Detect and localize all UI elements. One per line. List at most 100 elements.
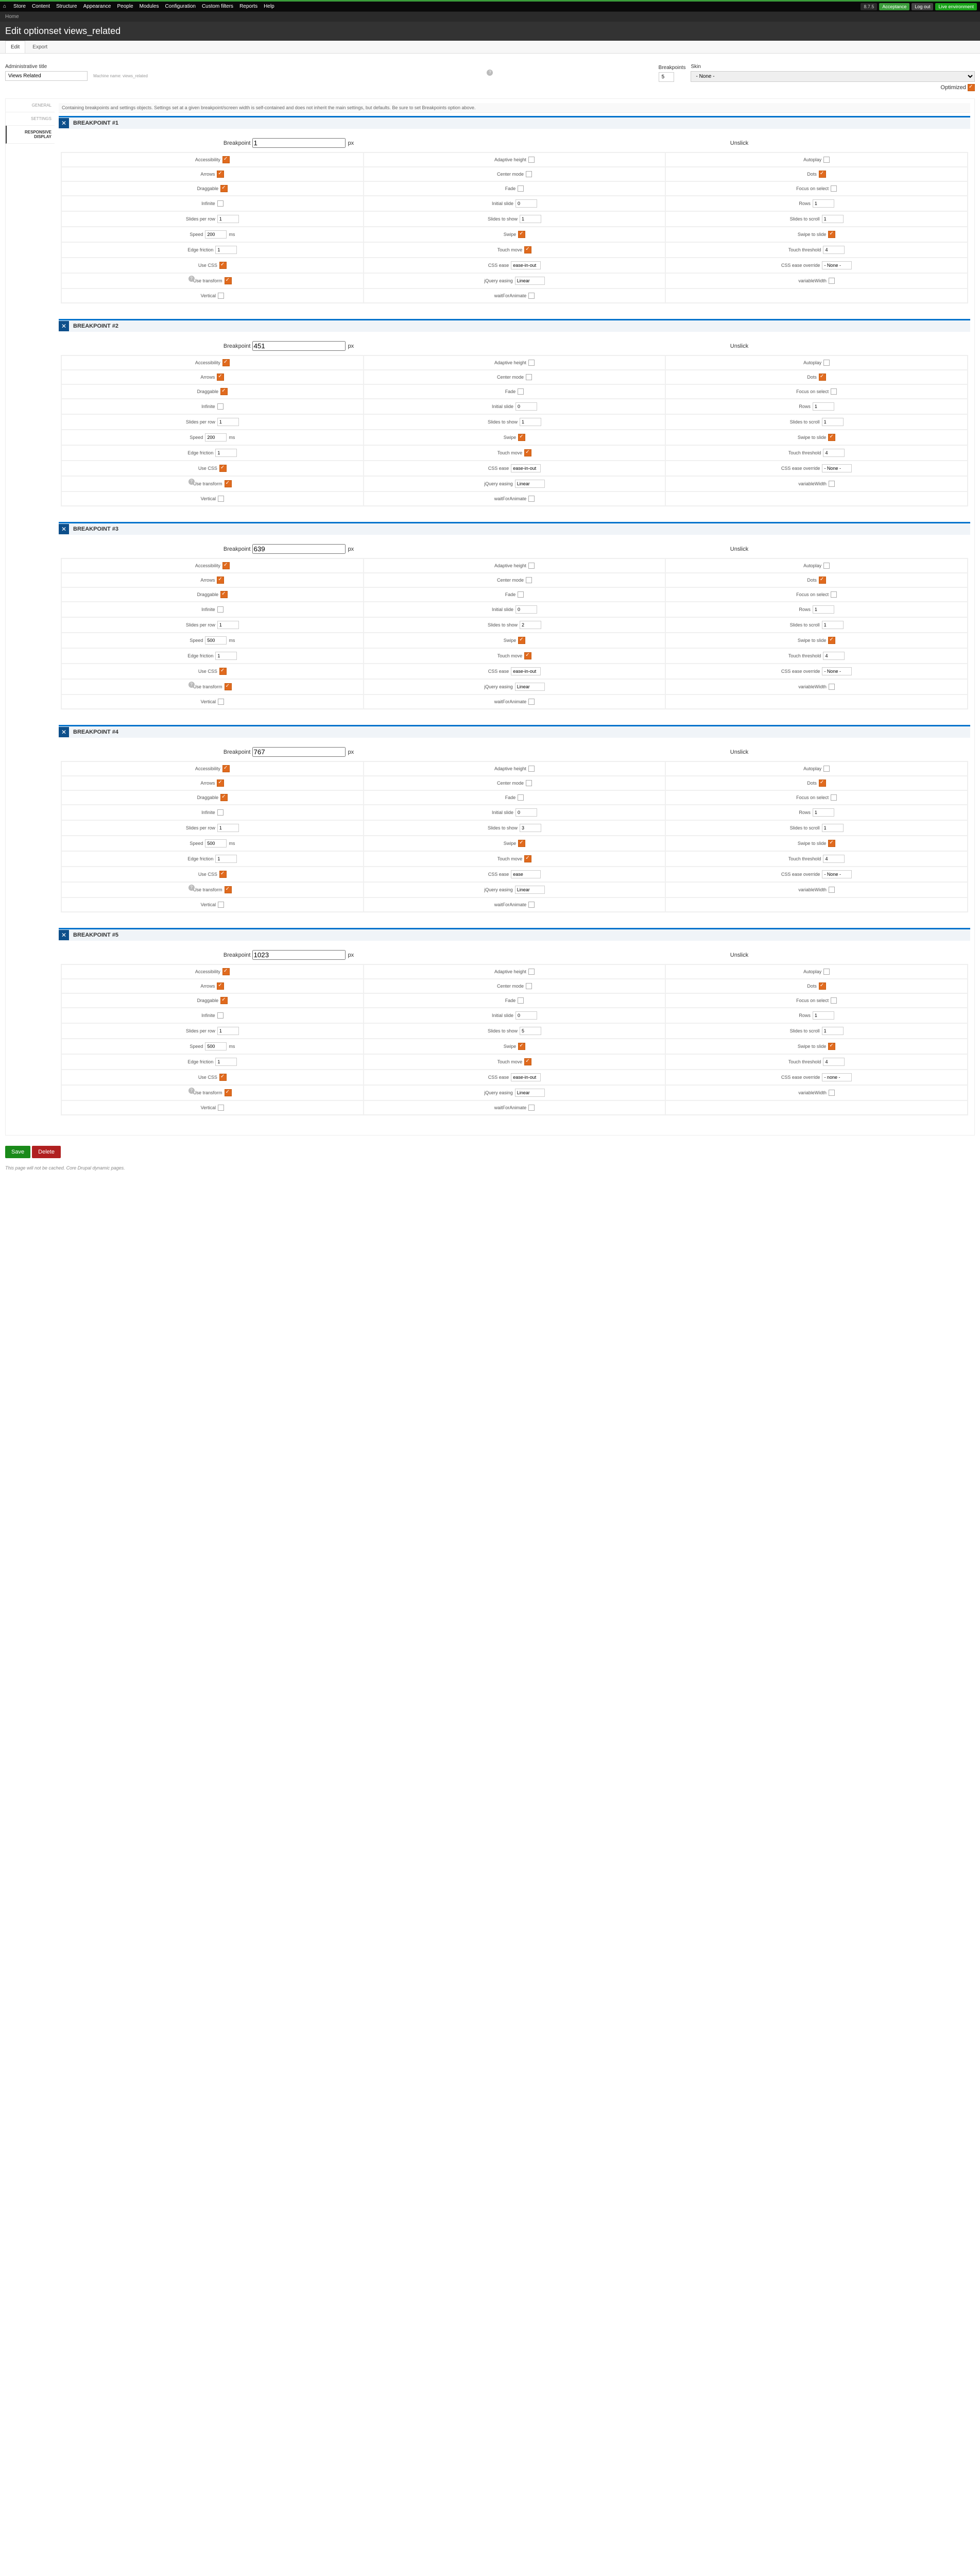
- swipe-to-slide-3-checkbox[interactable]: [828, 637, 835, 644]
- initial-slide-2-input[interactable]: [515, 402, 537, 411]
- draggable-5-checkbox[interactable]: [220, 997, 228, 1004]
- slides-to-show-1-input[interactable]: [520, 215, 541, 223]
- touch-move-3-checkbox[interactable]: [524, 652, 531, 659]
- initial-slide-3-input[interactable]: [515, 605, 537, 614]
- fade-5-checkbox[interactable]: [518, 997, 524, 1004]
- jquery-easing-5-input[interactable]: [515, 1089, 545, 1097]
- arrows-3-checkbox[interactable]: [217, 577, 224, 584]
- jquery-easing-1-input[interactable]: [515, 277, 545, 285]
- rows-5-input[interactable]: [813, 1011, 834, 1020]
- infinite-5-checkbox[interactable]: [217, 1012, 223, 1019]
- css-ease-override-3-input[interactable]: [822, 667, 852, 675]
- admin-menu-appearance[interactable]: Appearance: [80, 4, 114, 9]
- swipe-3-checkbox[interactable]: [518, 637, 525, 644]
- adaptive-height-4-checkbox[interactable]: [528, 766, 535, 772]
- slides-to-scroll-5-input[interactable]: [822, 1027, 844, 1035]
- breakpoint-1-input[interactable]: [252, 138, 346, 148]
- variable-width-2-checkbox[interactable]: [829, 481, 835, 487]
- variable-width-4-checkbox[interactable]: [829, 887, 835, 893]
- fade-2-checkbox[interactable]: [518, 388, 524, 395]
- accessibility-1-checkbox[interactable]: [222, 156, 230, 163]
- touch-move-4-checkbox[interactable]: [524, 855, 531, 862]
- css-ease-1-input[interactable]: [511, 261, 541, 269]
- admin-menu-help[interactable]: Help: [261, 4, 278, 9]
- arrows-1-checkbox[interactable]: [217, 171, 224, 178]
- wait-for-animate-4-checkbox[interactable]: [528, 902, 535, 908]
- accessibility-2-checkbox[interactable]: [222, 359, 230, 366]
- swipe-2-checkbox[interactable]: [518, 434, 525, 441]
- slides-per-row-5-input[interactable]: [217, 1027, 239, 1035]
- swipe-to-slide-5-checkbox[interactable]: [828, 1043, 835, 1050]
- touch-move-1-checkbox[interactable]: [524, 246, 531, 253]
- admin-menu-configuration[interactable]: Configuration: [162, 4, 198, 9]
- accessibility-3-checkbox[interactable]: [222, 562, 230, 569]
- touch-threshold-3-input[interactable]: [823, 652, 845, 660]
- home-icon[interactable]: ⌂: [3, 4, 6, 9]
- dots-2-checkbox[interactable]: [819, 374, 826, 381]
- adaptive-height-2-checkbox[interactable]: [528, 360, 535, 366]
- rows-1-input[interactable]: [813, 199, 834, 208]
- speed-5-input[interactable]: [205, 1042, 227, 1050]
- css-ease-override-5-input[interactable]: [822, 1073, 852, 1081]
- slides-to-scroll-2-input[interactable]: [822, 418, 844, 426]
- css-ease-5-input[interactable]: [511, 1073, 541, 1081]
- edge-friction-1-input[interactable]: [215, 246, 237, 254]
- arrows-5-checkbox[interactable]: [217, 982, 224, 990]
- remove-breakpoint-4-button[interactable]: ✕: [59, 727, 69, 737]
- save-button[interactable]: Save: [5, 1146, 30, 1158]
- speed-3-input[interactable]: [205, 636, 227, 645]
- adaptive-height-3-checkbox[interactable]: [528, 563, 535, 569]
- slides-per-row-3-input[interactable]: [217, 621, 239, 629]
- fade-3-checkbox[interactable]: [518, 591, 524, 598]
- slides-per-row-2-input[interactable]: [217, 418, 239, 426]
- draggable-1-checkbox[interactable]: [220, 185, 228, 192]
- remove-breakpoint-5-button[interactable]: ✕: [59, 930, 69, 940]
- slides-to-show-4-input[interactable]: [520, 824, 541, 832]
- use-css-1-checkbox[interactable]: [219, 262, 227, 269]
- edge-friction-3-input[interactable]: [215, 652, 237, 660]
- admin-title-input[interactable]: [5, 71, 88, 81]
- use-css-3-checkbox[interactable]: [219, 668, 227, 675]
- autoplay-4-checkbox[interactable]: [823, 766, 830, 772]
- css-ease-3-input[interactable]: [511, 667, 541, 675]
- edge-friction-5-input[interactable]: [215, 1058, 237, 1066]
- touch-move-5-checkbox[interactable]: [524, 1058, 531, 1065]
- autoplay-5-checkbox[interactable]: [823, 969, 830, 975]
- remove-breakpoint-1-button[interactable]: ✕: [59, 118, 69, 128]
- dots-1-checkbox[interactable]: [819, 171, 826, 178]
- help-icon[interactable]: ?: [188, 1088, 195, 1094]
- infinite-1-checkbox[interactable]: [217, 200, 223, 207]
- remove-breakpoint-3-button[interactable]: ✕: [59, 524, 69, 534]
- vtab-settings[interactable]: SETTINGS: [6, 112, 55, 126]
- variable-width-3-checkbox[interactable]: [829, 684, 835, 690]
- accessibility-5-checkbox[interactable]: [222, 968, 230, 975]
- center-mode-5-checkbox[interactable]: [526, 983, 532, 989]
- arrows-4-checkbox[interactable]: [217, 779, 224, 787]
- center-mode-1-checkbox[interactable]: [526, 171, 532, 177]
- touch-threshold-4-input[interactable]: [823, 855, 845, 863]
- jquery-easing-4-input[interactable]: [515, 886, 545, 894]
- infinite-4-checkbox[interactable]: [217, 809, 223, 816]
- draggable-3-checkbox[interactable]: [220, 591, 228, 598]
- swipe-to-slide-1-checkbox[interactable]: [828, 231, 835, 238]
- swipe-to-slide-2-checkbox[interactable]: [828, 434, 835, 441]
- vertical-3-checkbox[interactable]: [218, 699, 224, 705]
- css-ease-override-2-input[interactable]: [822, 464, 852, 472]
- initial-slide-5-input[interactable]: [515, 1011, 537, 1020]
- vertical-4-checkbox[interactable]: [218, 902, 224, 908]
- help-icon[interactable]: ?: [188, 682, 195, 688]
- breakpoint-4-input[interactable]: [252, 747, 346, 757]
- css-ease-4-input[interactable]: [511, 870, 541, 878]
- use-transform-5-checkbox[interactable]: [225, 1089, 232, 1096]
- speed-4-input[interactable]: [205, 839, 227, 848]
- use-css-2-checkbox[interactable]: [219, 465, 227, 472]
- breakpoint-5-input[interactable]: [252, 950, 346, 960]
- remove-breakpoint-2-button[interactable]: ✕: [59, 321, 69, 331]
- vtab-responsive-display[interactable]: RESPONSIVE DISPLAY: [6, 126, 55, 144]
- fade-4-checkbox[interactable]: [518, 794, 524, 801]
- slides-to-show-2-input[interactable]: [520, 418, 541, 426]
- breakpoint-3-input[interactable]: [252, 544, 346, 554]
- draggable-4-checkbox[interactable]: [220, 794, 228, 801]
- fade-1-checkbox[interactable]: [518, 185, 524, 192]
- focus-on-select-4-checkbox[interactable]: [831, 794, 837, 801]
